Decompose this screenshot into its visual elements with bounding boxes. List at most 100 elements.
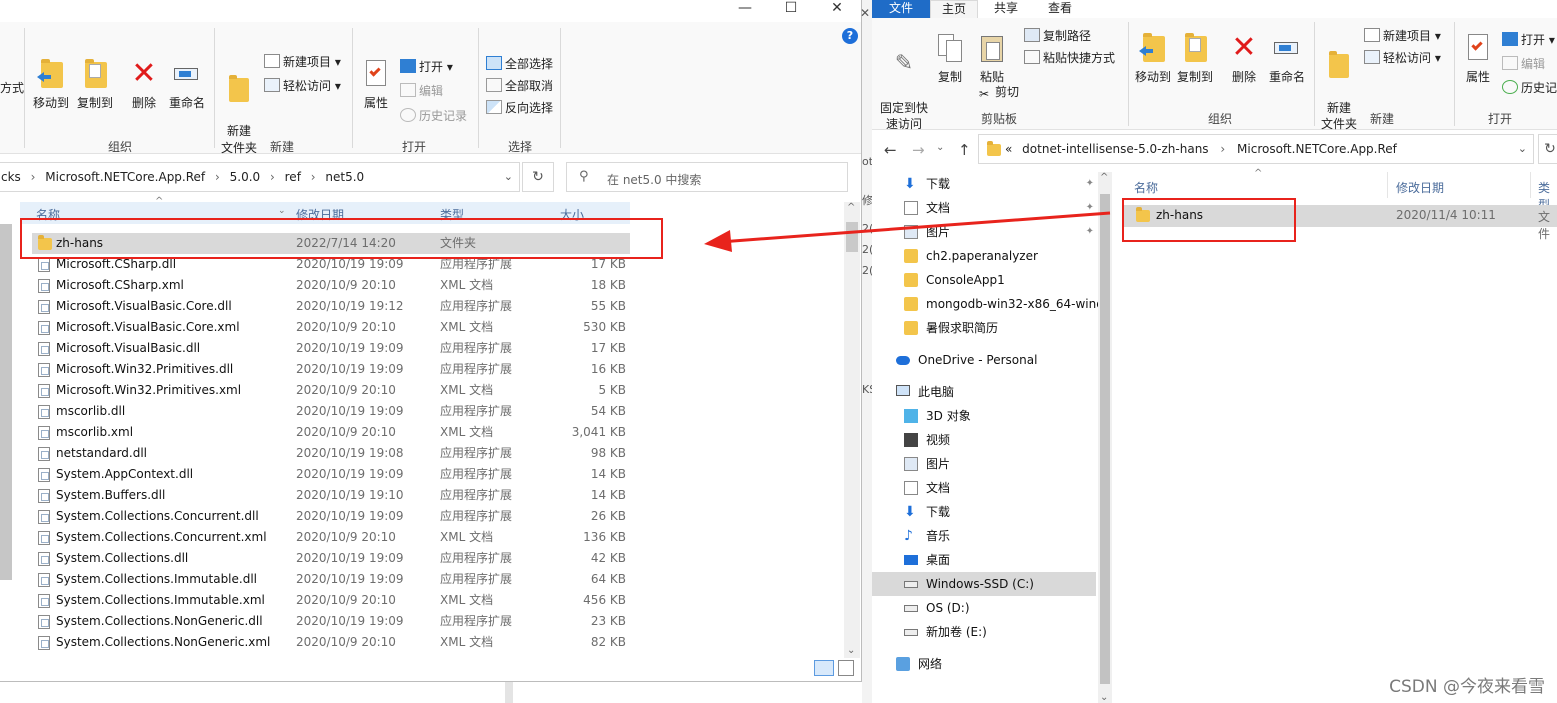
- back-arrow-icon[interactable]: ←: [884, 141, 897, 159]
- open-button[interactable]: 打开 ▾: [1502, 30, 1555, 50]
- properties-button[interactable]: 属性: [356, 58, 396, 111]
- tab-share[interactable]: 共享: [982, 0, 1030, 18]
- table-row[interactable]: System.Collections.Immutable.xml 2020/10/…: [32, 590, 630, 611]
- sidebar-item[interactable]: ⬇ 下载 ✦: [882, 172, 1096, 196]
- table-row[interactable]: Microsoft.VisualBasic.dll 2020/10/19 19:0…: [32, 338, 630, 359]
- breadcrumb-item[interactable]: dotnet-intellisense-5.0-zh-hans: [1022, 142, 1208, 156]
- table-row[interactable]: mscorlib.dll 2020/10/19 19:09 应用程序扩展 54 KB: [32, 401, 630, 422]
- maximize-button[interactable]: ☐: [768, 0, 814, 20]
- refresh-icon[interactable]: ↻: [1538, 134, 1557, 164]
- sidebar-item[interactable]: ♪ 音乐: [882, 524, 1096, 548]
- breadcrumb-item[interactable]: net5.0: [325, 170, 364, 184]
- tab-file[interactable]: 文件: [872, 0, 930, 18]
- move-to-button[interactable]: 移动到: [30, 58, 72, 111]
- breadcrumb-item[interactable]: ref: [285, 170, 301, 184]
- table-row[interactable]: System.Collections.Concurrent.xml 2020/10…: [32, 527, 630, 548]
- scroll-up-icon[interactable]: ^: [1100, 172, 1108, 183]
- edit-button[interactable]: 编辑: [1502, 54, 1545, 74]
- rename-button[interactable]: 重命名: [1266, 32, 1308, 85]
- sidebar-item[interactable]: ConsoleApp1: [882, 268, 1096, 292]
- copy-to-button[interactable]: 复制到: [74, 58, 116, 111]
- scroll-down-icon[interactable]: ⌄: [1100, 692, 1108, 703]
- chevron-down-icon[interactable]: ⌄: [1518, 142, 1527, 155]
- sidebar-item[interactable]: mongodb-win32-x86_64-wind: [882, 292, 1104, 316]
- sidebar-item[interactable]: 3D 对象: [882, 404, 1096, 428]
- copy-to-button[interactable]: 复制到: [1174, 32, 1216, 85]
- table-row[interactable]: System.Buffers.dll 2020/10/19 19:10 应用程序扩展…: [32, 485, 630, 506]
- tab-view[interactable]: 查看: [1036, 0, 1084, 18]
- table-row[interactable]: Microsoft.CSharp.xml 2020/10/9 20:10 XML 文…: [32, 275, 630, 296]
- column-divider[interactable]: [1530, 172, 1531, 198]
- table-row[interactable]: System.Collections.NonGeneric.xml 2020/10…: [32, 632, 630, 653]
- close-button[interactable]: ✕: [814, 0, 860, 20]
- column-divider[interactable]: [1387, 172, 1388, 198]
- easy-access-button[interactable]: 轻松访问 ▾: [264, 76, 341, 96]
- sidebar-item[interactable]: ⬇ 下载: [882, 500, 1096, 524]
- table-row[interactable]: System.Collections.Immutable.dll 2020/10/…: [32, 569, 630, 590]
- copy-path-button[interactable]: 复制路径: [1024, 26, 1091, 46]
- invert-selection-button[interactable]: 反向选择: [486, 98, 553, 118]
- new-item-button[interactable]: 新建项目 ▾: [264, 52, 341, 72]
- select-none-button[interactable]: 全部取消: [486, 76, 553, 96]
- table-row[interactable]: Microsoft.Win32.Primitives.dll 2020/10/19…: [32, 359, 630, 380]
- recent-chevron-icon[interactable]: ⌄: [936, 142, 944, 153]
- cut-button[interactable]: ✂ 剪切: [976, 82, 1019, 102]
- sidebar-item[interactable]: 桌面: [882, 548, 1096, 572]
- table-row[interactable]: System.Collections.NonGeneric.dll 2020/10…: [32, 611, 630, 632]
- table-row[interactable]: System.Collections.dll 2020/10/19 19:09 应用…: [32, 548, 630, 569]
- history-button[interactable]: 历史记: [1502, 78, 1557, 98]
- sidebar-item[interactable]: 网络: [882, 652, 1096, 676]
- sidebar-item[interactable]: OneDrive - Personal: [882, 348, 1096, 372]
- paste-shortcut-button[interactable]: 粘贴快捷方式: [1024, 48, 1115, 68]
- breadcrumb-item[interactable]: Microsoft.NETCore.App.Ref: [45, 170, 205, 184]
- scroll-thumb[interactable]: [1100, 194, 1110, 684]
- table-row[interactable]: Microsoft.VisualBasic.Core.xml 2020/10/9 …: [32, 317, 630, 338]
- forward-arrow-icon[interactable]: →: [912, 141, 925, 159]
- sidebar-item[interactable]: 此电脑: [882, 380, 1096, 404]
- sidebar-item[interactable]: 新加卷 (E:): [882, 620, 1096, 644]
- table-row[interactable]: System.AppContext.dll 2020/10/19 19:09 应用程…: [32, 464, 630, 485]
- table-row[interactable]: Microsoft.Win32.Primitives.xml 2020/10/9 …: [32, 380, 630, 401]
- delete-button[interactable]: ✕ 删除: [124, 58, 164, 111]
- breadcrumb-item[interactable]: cks: [1, 170, 21, 184]
- details-view-icon[interactable]: [814, 660, 834, 676]
- refresh-icon[interactable]: ↻: [522, 162, 554, 192]
- easy-access-button[interactable]: 轻松访问 ▾: [1364, 48, 1441, 68]
- delete-button[interactable]: ✕ 删除: [1224, 32, 1264, 85]
- table-row[interactable]: Microsoft.VisualBasic.Core.dll 2020/10/19…: [32, 296, 630, 317]
- column-date[interactable]: 修改日期: [1396, 179, 1444, 196]
- scroll-down-icon[interactable]: ⌄: [847, 645, 855, 656]
- history-button[interactable]: 历史记录: [400, 106, 467, 126]
- thumbnail-view-icon[interactable]: [838, 660, 854, 676]
- nav-scrollbar[interactable]: [0, 224, 12, 580]
- minimize-button[interactable]: —: [722, 0, 768, 20]
- table-row[interactable]: netstandard.dll 2020/10/19 19:08 应用程序扩展 98 …: [32, 443, 630, 464]
- table-row[interactable]: mscorlib.xml 2020/10/9 20:10 XML 文档 3,041 K…: [32, 422, 630, 443]
- breadcrumb-overflow[interactable]: «: [1005, 142, 1012, 156]
- paste-button[interactable]: 粘贴: [974, 32, 1010, 85]
- breadcrumb-item[interactable]: 5.0.0: [230, 170, 261, 184]
- table-row[interactable]: System.Collections.Concurrent.dll 2020/10…: [32, 506, 630, 527]
- pin-icon[interactable]: ✦: [1086, 172, 1094, 196]
- ribbon-cut-label[interactable]: 方式: [0, 78, 24, 98]
- up-arrow-icon[interactable]: ↑: [958, 141, 971, 159]
- sidebar-item[interactable]: 文档: [882, 476, 1096, 500]
- edit-button[interactable]: 编辑: [400, 81, 443, 101]
- column-chevron-icon[interactable]: ⌄: [278, 206, 286, 216]
- new-item-button[interactable]: 新建项目 ▾: [1364, 26, 1441, 46]
- search-input[interactable]: 在 net5.0 中搜索: [607, 171, 701, 188]
- file-list-scrollbar[interactable]: ^ ⌄: [844, 202, 860, 658]
- help-icon[interactable]: ?: [842, 28, 858, 44]
- copy-button[interactable]: 复制: [932, 32, 968, 85]
- open-button[interactable]: 打开 ▾: [400, 57, 453, 77]
- properties-button[interactable]: 属性: [1458, 32, 1498, 85]
- sidebar-item[interactable]: Windows-SSD (C:): [872, 572, 1096, 596]
- column-name[interactable]: 名称: [1134, 179, 1158, 196]
- sidebar-item[interactable]: 视频: [882, 428, 1096, 452]
- search-box[interactable]: ⚲ 在 net5.0 中搜索: [566, 162, 848, 192]
- address-bar[interactable]: cks › Microsoft.NETCore.App.Ref › 5.0.0 …: [0, 162, 520, 192]
- tab-home[interactable]: 主页: [930, 0, 978, 18]
- move-to-button[interactable]: 移动到: [1132, 32, 1174, 85]
- select-all-button[interactable]: 全部选择: [486, 54, 553, 74]
- chevron-down-icon[interactable]: ⌄: [504, 170, 513, 183]
